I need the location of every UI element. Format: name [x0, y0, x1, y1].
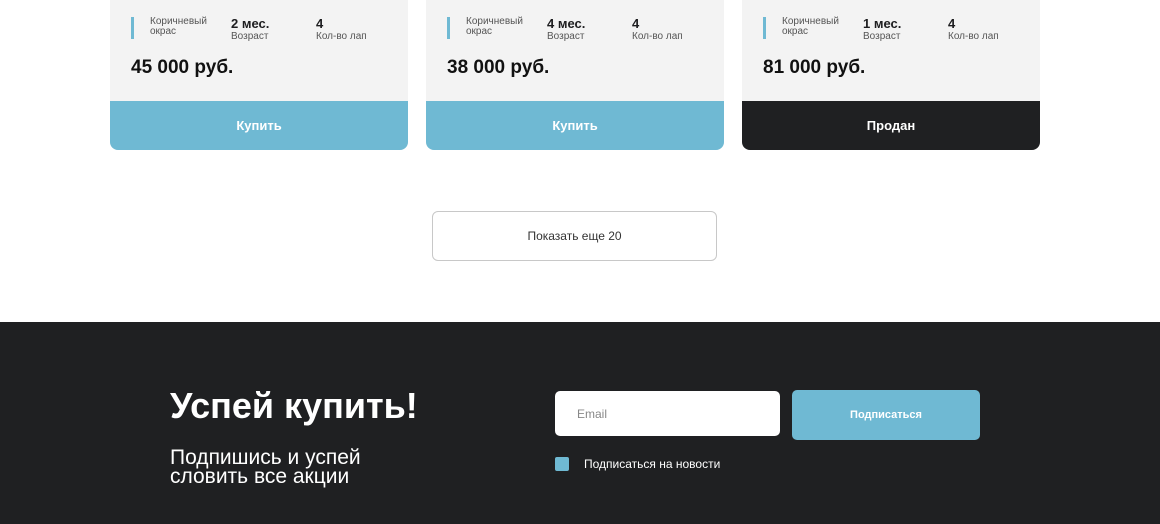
- buy-button[interactable]: Купить: [426, 101, 724, 150]
- legs-value: 4: [632, 16, 640, 31]
- age-label: Возраст: [231, 31, 269, 42]
- color-spec: Коричневый окрас: [447, 17, 542, 39]
- subscribe-button[interactable]: Подписаться: [792, 390, 980, 440]
- age-label: Возраст: [547, 31, 585, 42]
- age-spec: 1 мес. Возраст: [863, 16, 943, 43]
- buy-button[interactable]: Купить: [110, 101, 408, 150]
- age-spec: 2 мес. Возраст: [231, 16, 311, 43]
- news-checkbox-label[interactable]: Подписаться на новости: [584, 457, 720, 471]
- legs-spec: 4 Кол-во лап: [316, 16, 396, 43]
- subscribe-footer: Успей купить! Подпишись и успей словить …: [0, 322, 1160, 524]
- card-specs: Коричневый окрас 1 мес. Возраст 4 Кол-во…: [763, 16, 1030, 43]
- age-label: Возраст: [863, 31, 901, 42]
- legs-value: 4: [948, 16, 956, 31]
- age-spec: 4 мес. Возраст: [547, 16, 627, 43]
- product-card: Коричневый окрас 4 мес. Возраст 4 Кол-во…: [426, 0, 724, 150]
- footer-subtitle: Подпишись и успей словить все акции: [170, 446, 361, 488]
- legs-label: Кол-во лап: [316, 31, 367, 42]
- legs-spec: 4 Кол-во лап: [632, 16, 712, 43]
- legs-label: Кол-во лап: [632, 31, 683, 42]
- email-input[interactable]: [555, 391, 780, 436]
- card-specs: Коричневый окрас 4 мес. Возраст 4 Кол-во…: [447, 16, 714, 43]
- age-value: 2 мес.: [231, 16, 270, 31]
- legs-label: Кол-во лап: [948, 31, 999, 42]
- color-spec: Коричневый окрас: [763, 17, 858, 39]
- card-price: 38 000 руб.: [447, 57, 550, 78]
- show-more-button[interactable]: Показать еще 20: [432, 211, 717, 261]
- color-spec: Коричневый окрас: [131, 17, 226, 39]
- card-price: 81 000 руб.: [763, 57, 866, 78]
- product-card: Коричневый окрас 1 мес. Возраст 4 Кол-во…: [742, 0, 1040, 150]
- legs-value: 4: [316, 16, 324, 31]
- card-price: 45 000 руб.: [131, 57, 234, 78]
- news-checkbox[interactable]: [555, 457, 569, 471]
- age-value: 4 мес.: [547, 16, 586, 31]
- legs-spec: 4 Кол-во лап: [948, 16, 1028, 43]
- product-card: Коричневый окрас 2 мес. Возраст 4 Кол-во…: [110, 0, 408, 150]
- page: Коричневый окрас 2 мес. Возраст 4 Кол-во…: [0, 0, 1160, 524]
- sold-button[interactable]: Продан: [742, 101, 1040, 150]
- card-specs: Коричневый окрас 2 мес. Возраст 4 Кол-во…: [131, 16, 398, 43]
- age-value: 1 мес.: [863, 16, 902, 31]
- footer-title: Успей купить!: [170, 385, 418, 426]
